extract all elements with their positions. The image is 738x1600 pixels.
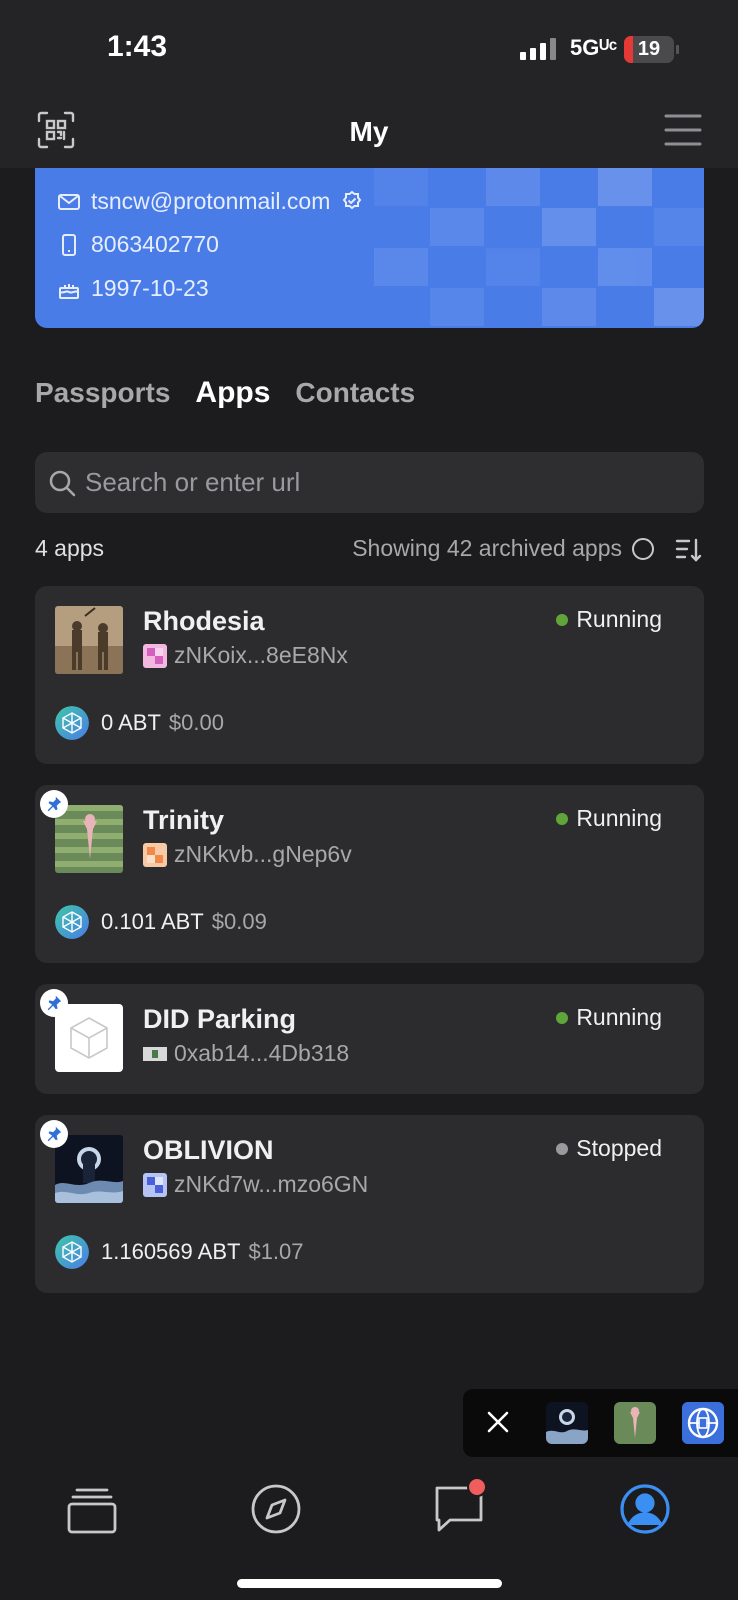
token-amount: 0 ABT — [101, 710, 161, 735]
verified-icon — [343, 190, 362, 209]
network-label: 5Gᵁᶜ — [570, 35, 618, 60]
status-text: Running — [576, 1004, 662, 1030]
battery-level: 19 — [637, 38, 661, 60]
token-amount: 0.101 ABT — [101, 909, 204, 934]
profile-icon[interactable] — [618, 1482, 672, 1536]
status-text: Running — [576, 606, 662, 632]
phone-icon — [62, 233, 76, 256]
did-avatar-icon — [143, 1046, 167, 1061]
app-did: zNKd7w...mzo6GN — [143, 1171, 368, 1198]
did-text: 0xab14...4Db318 — [174, 1040, 350, 1066]
app-name: Rhodesia — [143, 606, 265, 636]
top-nav: My — [0, 100, 738, 168]
birthday-row: 1997-10-23 — [57, 275, 209, 302]
cards-icon[interactable] — [65, 1482, 119, 1536]
tab-passports[interactable]: Passports — [35, 377, 170, 409]
recent-app-oblivion[interactable] — [546, 1402, 588, 1444]
status-badge: Running — [556, 805, 662, 832]
status-bar: 1:43 5Gᵁᶜ 19 — [0, 0, 738, 100]
search-icon — [49, 470, 76, 497]
pin-icon — [40, 1120, 68, 1148]
app-card[interactable]: Rhodesia zNKoix...8eE8Nx Running 0 ABT $… — [35, 586, 704, 764]
app-thumbnail — [55, 606, 123, 674]
signal-icon — [520, 38, 556, 60]
menu-icon[interactable] — [664, 112, 702, 148]
app-did: 0xab14...4Db318 — [143, 1040, 349, 1067]
token-usd: $0.09 — [211, 909, 267, 934]
pin-icon — [40, 989, 68, 1017]
notification-badge — [467, 1477, 487, 1497]
battery-icon: 19 — [624, 36, 674, 63]
birthday-text: 1997-10-23 — [91, 275, 209, 301]
did-avatar-icon — [143, 643, 167, 668]
app-name: DID Parking — [143, 1004, 297, 1034]
status-badge: Running — [556, 606, 662, 633]
app-did: zNKkvb...gNep6v — [143, 841, 352, 868]
app-thumbnail — [55, 1004, 123, 1072]
profile-card[interactable]: tsncw@protonmail.com 8063402770 1997-10-… — [35, 168, 704, 328]
sort-icon[interactable] — [674, 535, 704, 565]
search-input[interactable] — [85, 452, 685, 513]
tab-apps[interactable]: Apps — [195, 376, 270, 410]
recent-apps-switcher — [463, 1389, 738, 1457]
token-balance: 1.160569 ABT $1.07 — [55, 1235, 304, 1269]
phone-text: 8063402770 — [91, 231, 219, 257]
phone-row: 8063402770 — [57, 231, 219, 258]
compass-icon[interactable] — [249, 1482, 303, 1536]
recent-app-passport[interactable] — [682, 1402, 724, 1444]
app-card[interactable]: OBLIVION zNKd7w...mzo6GN Stopped 1.16056… — [35, 1115, 704, 1293]
close-icon[interactable] — [485, 1409, 511, 1435]
token-balance: 0 ABT $0.00 — [55, 706, 224, 740]
did-avatar-icon — [143, 842, 167, 867]
abt-token-icon — [55, 1235, 89, 1269]
token-usd: $0.00 — [168, 710, 224, 735]
status-badge: Running — [556, 1004, 662, 1031]
pin-icon — [40, 790, 68, 818]
card-pattern — [374, 168, 704, 326]
app-name: Trinity — [143, 805, 225, 835]
show-archived-toggle[interactable] — [632, 538, 654, 560]
did-text: zNKd7w...mzo6GN — [174, 1171, 369, 1197]
app-did: zNKoix...8eE8Nx — [143, 642, 348, 669]
token-usd: $1.07 — [248, 1239, 304, 1264]
status-text: Stopped — [576, 1135, 662, 1161]
email-text: tsncw@protonmail.com — [91, 188, 331, 214]
archived-label: Showing 42 archived apps — [352, 535, 622, 561]
tab-contacts[interactable]: Contacts — [295, 377, 415, 409]
status-text: Running — [576, 805, 662, 831]
app-thumbnail — [55, 805, 123, 873]
did-avatar-icon — [143, 1172, 167, 1197]
app-thumbnail — [55, 1135, 123, 1203]
cake-icon — [59, 283, 79, 299]
status-time: 1:43 — [107, 30, 168, 63]
abt-token-icon — [55, 706, 89, 740]
list-meta: 4 apps Showing 42 archived apps — [35, 535, 704, 565]
app-card[interactable]: DID Parking 0xab14...4Db318 Running — [35, 984, 704, 1094]
mail-icon — [58, 193, 80, 210]
did-text: zNKoix...8eE8Nx — [174, 642, 348, 668]
token-balance: 0.101 ABT $0.09 — [55, 905, 267, 939]
search-bar[interactable] — [35, 452, 704, 513]
abt-token-icon — [55, 905, 89, 939]
page-title: My — [349, 116, 389, 147]
section-tabs: Passports Apps Contacts — [35, 376, 415, 410]
app-count: 4 apps — [35, 535, 105, 561]
app-name: OBLIVION — [143, 1135, 274, 1165]
email-row: tsncw@protonmail.com — [57, 188, 364, 215]
status-badge: Stopped — [556, 1135, 662, 1162]
app-card[interactable]: Trinity zNKkvb...gNep6v Running 0.101 AB… — [35, 785, 704, 963]
home-indicator — [237, 1579, 502, 1588]
token-amount: 1.160569 ABT — [101, 1239, 241, 1264]
did-text: zNKkvb...gNep6v — [174, 841, 352, 867]
recent-app-trinity[interactable] — [614, 1402, 656, 1444]
